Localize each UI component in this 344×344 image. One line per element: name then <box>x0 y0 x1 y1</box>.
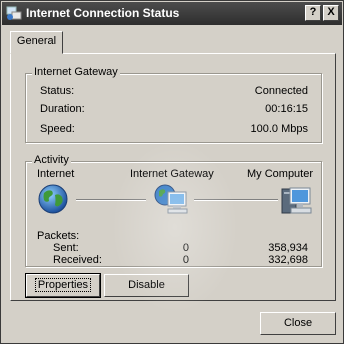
close-button[interactable]: Close <box>260 312 336 335</box>
group-title: Activity <box>32 154 71 166</box>
window-title: Internet Connection Status <box>26 6 180 20</box>
duration-value: 00:16:15 <box>265 103 308 115</box>
tab-general[interactable]: General <box>10 31 63 54</box>
window-close-button[interactable]: X <box>323 5 339 21</box>
sent-label: Sent: <box>53 242 79 254</box>
connection-line <box>76 199 146 201</box>
sent-computer-value: 358,934 <box>268 242 308 254</box>
group-title: Internet Gateway <box>32 66 120 78</box>
internet-gateway-group: Internet Gateway Status: Connected Durat… <box>25 66 322 143</box>
status-label: Status: <box>40 85 75 97</box>
speed-value: 100.0 Mbps <box>250 123 308 135</box>
received-label: Received: <box>53 254 102 266</box>
node-label-internet: Internet <box>37 168 75 180</box>
sent-gateway-value: 0 <box>182 242 189 254</box>
node-label-gateway: Internet Gateway <box>130 168 214 180</box>
globe-icon <box>38 184 68 214</box>
properties-button[interactable]: Properties <box>25 273 101 298</box>
received-computer-value: 332,698 <box>268 254 308 266</box>
connection-line <box>194 199 278 201</box>
status-value: Connected <box>254 85 308 97</box>
help-button[interactable]: ? <box>305 5 321 21</box>
gateway-computer-icon <box>154 184 188 214</box>
packets-label: Packets: <box>37 230 80 242</box>
network-status-icon <box>6 6 22 20</box>
tab-panel-general: Internet Gateway Status: Connected Durat… <box>10 53 336 301</box>
close-icon: X <box>327 6 335 18</box>
title-bar: Internet Connection Status ? X <box>2 2 342 25</box>
activity-group: Activity Internet Internet Gateway My Co… <box>25 154 322 267</box>
speed-label: Speed: <box>40 123 75 135</box>
connection-status-window: Internet Connection Status ? X General I… <box>0 0 344 344</box>
computer-icon <box>281 187 312 214</box>
received-gateway-value: 0 <box>182 254 189 266</box>
disable-button[interactable]: Disable <box>104 274 189 297</box>
duration-label: Duration: <box>40 103 85 115</box>
node-label-computer: My Computer <box>247 168 314 180</box>
